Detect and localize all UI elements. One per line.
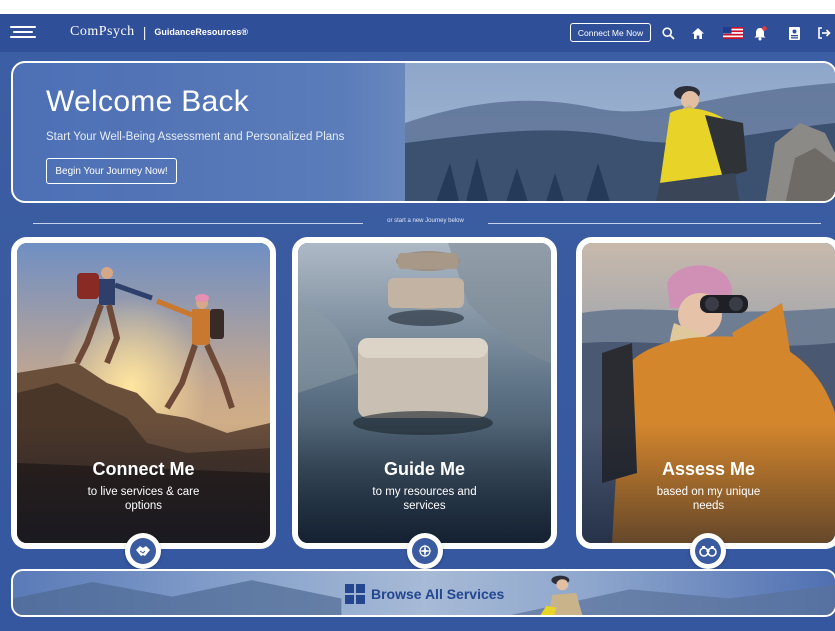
bell-icon[interactable]: [752, 25, 768, 41]
card-description: to my resources and services: [372, 486, 477, 512]
card-title: Assess Me: [661, 459, 756, 479]
card-description: based on my unique needs: [656, 486, 761, 512]
logout-icon[interactable]: [816, 25, 832, 41]
begin-journey-button[interactable]: Begin Your Journey Now!: [46, 158, 177, 184]
search-icon[interactable]: [660, 25, 676, 41]
connect-me-card[interactable]: Connect Me to live services & care optio…: [11, 237, 276, 549]
browse-all-services-banner[interactable]: Browse All Services: [11, 569, 835, 617]
welcome-hero: Welcome Back Start Your Well-Being Asses…: [11, 61, 835, 203]
card-description: to live services & care options: [87, 486, 200, 512]
app-window: ComPsych | GuidanceResources® Connect Me…: [0, 14, 835, 631]
compass-icon[interactable]: [407, 533, 443, 569]
browse-all-services-label: Browse All Services: [345, 584, 504, 604]
card-title: Connect Me: [92, 459, 195, 479]
binoculars-icon[interactable]: [690, 533, 726, 569]
hero-subtitle: Start Your Well-Being Assessment and Per…: [46, 131, 345, 143]
profile-card-icon[interactable]: [786, 25, 802, 41]
top-nav: ComPsych | GuidanceResources® Connect Me…: [0, 14, 835, 52]
hero-title: Welcome Back: [46, 85, 250, 118]
menu-icon[interactable]: [10, 26, 36, 40]
browse-text: Browse All Services: [371, 586, 505, 602]
connect-me-now-button[interactable]: Connect Me Now: [570, 23, 651, 42]
brand-name: ComPsych: [70, 24, 135, 39]
divider-text: or start a new Journey below: [387, 218, 464, 224]
card-title: Guide Me: [383, 459, 465, 479]
home-icon[interactable]: [690, 25, 706, 41]
brand-separator: |: [142, 24, 147, 40]
handshake-icon[interactable]: [125, 533, 161, 569]
assess-me-card[interactable]: Assess Me based on my unique needs: [576, 237, 835, 549]
journey-divider: or start a new Journey below: [33, 218, 821, 228]
brand-logo[interactable]: ComPsych | GuidanceResources®: [70, 24, 248, 40]
grid-icon: [345, 584, 365, 604]
brand-tagline: GuidanceResources®: [154, 27, 248, 37]
hiker-landscape-image: [405, 63, 835, 201]
us-flag-icon[interactable]: [722, 25, 744, 41]
guide-me-card[interactable]: Guide Me to my resources and services: [292, 237, 557, 549]
